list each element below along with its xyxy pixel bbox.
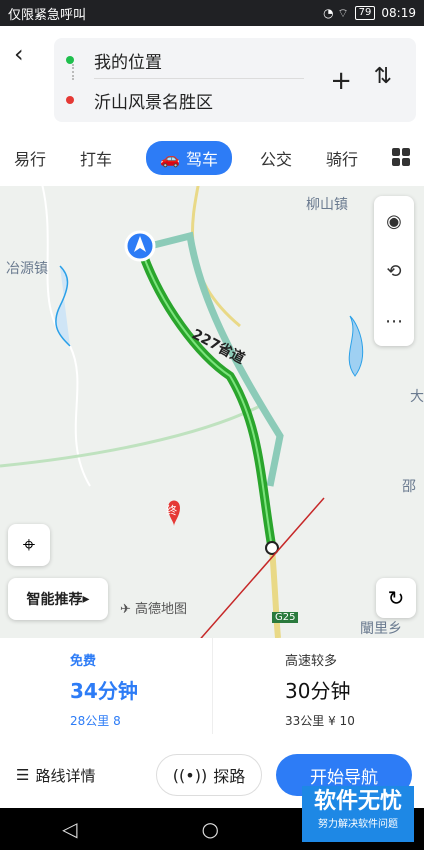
route-time: 30分钟 [285,679,351,703]
route-option-1[interactable]: 免费 34分钟 28公里 8 [0,638,212,734]
origin-text: 我的位置 [94,52,162,73]
route-time: 34分钟 [70,679,138,703]
more-icon[interactable]: ⋯ [374,296,414,346]
tab-drive[interactable]: 🚗 驾车 [146,141,232,175]
map-label-quli: 闡里乡 [360,621,402,637]
clock: 08:19 [381,6,416,20]
tab-easy[interactable]: 易行 [14,146,46,170]
mode-tabs: 易行 打车 🚗 驾车 公交 骑行 [0,138,424,178]
car-icon: 🚗 [160,148,180,168]
status-left-text: 仅限紧急呼叫 [8,7,87,23]
connector-dots [72,64,74,80]
back-nav-icon[interactable]: ◁ [62,817,77,841]
smart-label: 智能推荐 [26,592,83,608]
list-icon: ☰ [16,766,30,784]
refresh-icon[interactable]: ↻ [376,578,416,618]
wifi-icon: ◔ ⌔ [323,5,349,20]
probe-button[interactable]: ((•)) 探路 [156,754,262,796]
traffic-icon[interactable]: ◉ [374,196,414,246]
destination-text: 沂山风景名胜区 [94,92,213,113]
address-box: 我的位置 沂山风景名胜区 + ⇅ [54,38,416,122]
history-icon[interactable]: ⟲ [374,246,414,296]
battery-indicator: 79 [354,6,376,20]
watermark-logo: 软件无忧 努力解决软件问题 [302,786,414,842]
locate-icon[interactable]: ⌖ [8,524,50,566]
route-header: ‹ 我的位置 沂山风景名胜区 + ⇅ 易行 打车 🚗 驾车 公交 骑行 [0,26,424,186]
probe-label: 探路 [213,767,246,786]
route-detail-label: 路线详情 [35,766,96,785]
map-controls: ◉ ⟲ ⋯ [374,196,414,346]
smart-recommend-button[interactable]: 智能推荐 ▸ [8,578,108,620]
route-tag: 高速较多 [285,654,338,669]
route-panel: 免费 34分钟 28公里 8 高速较多 30分钟 33公里 ¥ 10 ☰ 路线详… [0,638,424,808]
map-label-yeyuan: 冶源镇 [6,261,48,277]
route-distance: 33公里 ¥ 10 [285,714,355,728]
amap-logo: ✈ 高德地图 [120,602,188,617]
map-svg [0,186,364,638]
map-label-liushan: 柳山镇 [306,197,348,213]
map-view[interactable]: 柳山镇 冶源镇 邵 闡里乡 大 终 227省道 G25 [0,186,424,638]
swap-icon[interactable]: ⇅ [374,64,392,89]
road-sign: G25 [272,612,299,623]
tab-drive-label: 驾车 [185,150,218,169]
tab-transit[interactable]: 公交 [260,146,292,170]
route-distance: 28公里 8 [70,714,121,728]
tab-taxi[interactable]: 打车 [80,146,112,170]
more-modes-icon[interactable] [392,148,410,166]
watermark-title: 软件无忧 [313,789,402,814]
status-bar: 仅限紧急呼叫 ◔ ⌔ 79 08:19 [0,0,424,26]
add-waypoint-icon[interactable]: + [330,66,352,96]
divider [94,78,304,79]
signal-icon: ((•)) [172,765,208,785]
origin-row[interactable]: 我的位置 [66,42,162,78]
route-option-2[interactable]: 高速较多 30分钟 33公里 ¥ 10 [212,638,424,734]
back-icon[interactable]: ‹ [14,42,38,66]
tab-bike[interactable]: 骑行 [326,146,358,170]
route-detail-button[interactable]: ☰ 路线详情 [16,765,95,786]
destination-dot-icon [66,96,74,104]
watermark-sub: 努力解决软件问题 [318,819,398,830]
destination-row[interactable]: 沂山风景名胜区 [66,82,213,118]
amap-brand: 高德地图 [135,602,188,617]
end-marker-label: 终 [166,504,177,517]
map-label-da: 大 [410,389,424,405]
map-label-shao: 邵 [402,479,416,495]
route-tag: 免费 [70,654,97,669]
status-right: ◔ ⌔ 79 08:19 [323,6,416,21]
origin-dot-icon [66,56,74,64]
home-nav-icon[interactable]: ○ [202,817,219,841]
